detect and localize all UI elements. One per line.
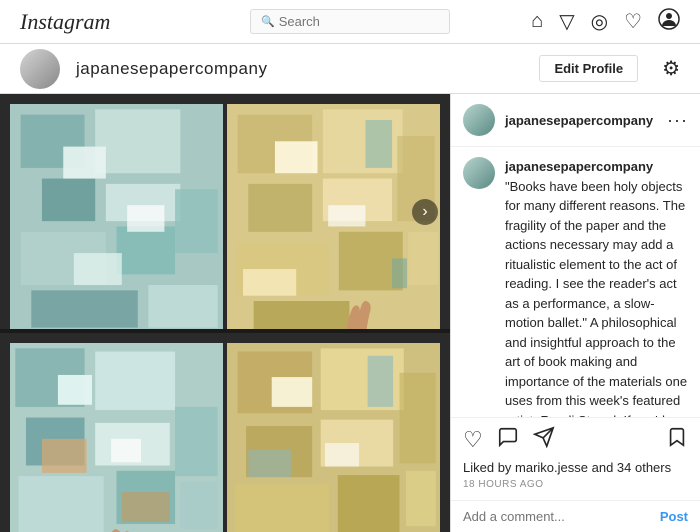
book-image-top: ›: [0, 94, 450, 329]
book-image-bottom: [0, 333, 450, 532]
post-avatar: [463, 104, 495, 136]
hand-holding-bottom: [80, 507, 150, 532]
search-bar[interactable]: 🔍: [250, 9, 450, 34]
share-button[interactable]: [533, 426, 555, 454]
image-pane: ›: [0, 94, 450, 532]
heart-icon[interactable]: ♡: [624, 9, 642, 34]
instagram-logo: Instagram: [20, 9, 110, 35]
profile-username: japanesepapercompany: [76, 59, 267, 79]
book-page-left-top: [10, 104, 223, 319]
post-comment-button[interactable]: Post: [660, 509, 688, 524]
right-panel: japanesepapercompany ··· japanesepaperco…: [450, 94, 700, 532]
home-icon[interactable]: ⌂: [531, 10, 543, 33]
timestamp: 18 HOURS AGO: [463, 479, 688, 490]
main-content: ›: [0, 94, 700, 532]
caption-block: japanesepapercompany "Books have been ho…: [463, 157, 688, 417]
action-icons-row: ♡: [463, 426, 688, 454]
caption-text: japanesepapercompany "Books have been ho…: [505, 157, 688, 417]
profile-icon[interactable]: [658, 8, 680, 36]
post-header: japanesepapercompany ···: [451, 94, 700, 147]
caption-body: "Books have been holy objects for many d…: [505, 179, 687, 418]
search-input[interactable]: [279, 14, 439, 29]
settings-icon[interactable]: ⚙: [662, 56, 680, 81]
save-button[interactable]: [666, 426, 688, 454]
comment-input[interactable]: [463, 509, 660, 524]
caption-avatar: [463, 157, 495, 189]
post-username[interactable]: japanesepapercompany: [505, 113, 653, 128]
comment-button[interactable]: [497, 426, 519, 454]
profile-avatar: [20, 49, 60, 89]
likes-text: Liked by mariko.jesse and 34 others: [463, 460, 688, 475]
top-navigation: Instagram 🔍 ⌂ ▽ ◎ ♡: [0, 0, 700, 44]
more-options-button[interactable]: ···: [667, 110, 688, 131]
book-page-right-bottom: [227, 343, 440, 532]
hand-holding-top: [330, 284, 390, 329]
book-page-left-bottom: [10, 343, 223, 532]
compass-icon[interactable]: ◎: [591, 9, 608, 34]
edit-profile-button[interactable]: Edit Profile: [539, 55, 638, 82]
like-button[interactable]: ♡: [463, 427, 483, 453]
caption-area: japanesepapercompany "Books have been ho…: [451, 147, 700, 417]
filter-icon[interactable]: ▽: [559, 9, 574, 34]
comment-input-area: Post: [451, 500, 700, 532]
next-image-button[interactable]: ›: [412, 199, 438, 225]
search-icon: 🔍: [261, 15, 275, 28]
caption-username[interactable]: japanesepapercompany: [505, 159, 653, 174]
likes-label: Liked by mariko.jesse and 34 others: [463, 460, 671, 475]
nav-icon-group: ⌂ ▽ ◎ ♡: [531, 8, 680, 36]
profile-header: japanesepapercompany Edit Profile ⚙: [0, 44, 700, 94]
post-actions: ♡ Like: [451, 417, 700, 500]
